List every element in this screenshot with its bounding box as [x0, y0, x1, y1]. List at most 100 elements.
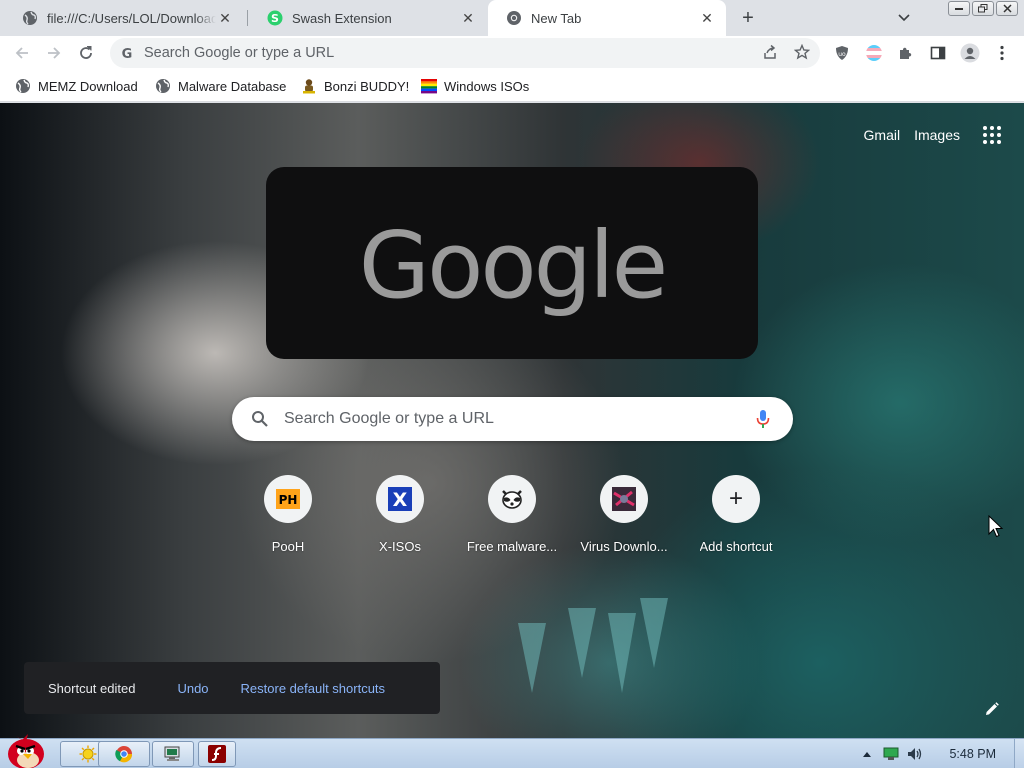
address-placeholder: Search Google or type a URL: [144, 45, 335, 61]
menu-button[interactable]: [992, 43, 1012, 63]
shortcut-label: X-ISOs: [379, 539, 421, 554]
shortcut-label: Free malware...: [466, 539, 558, 554]
shortcut-label: Virus Downlo...: [580, 539, 668, 554]
shortcut-virus-download[interactable]: Virus Downlo...: [568, 475, 680, 554]
mouse-cursor: [988, 515, 1004, 538]
start-button[interactable]: [0, 731, 50, 768]
raccoon-icon: [502, 490, 522, 509]
address-bar[interactable]: G Search Google or type a URL: [110, 38, 820, 68]
avatar-icon: [960, 43, 980, 63]
taskbar-app-flash[interactable]: [198, 741, 236, 767]
close-icon[interactable]: ✕: [698, 9, 716, 27]
chrome-icon: [506, 10, 522, 26]
customize-chrome-button[interactable]: [978, 695, 1006, 723]
minimize-button[interactable]: [948, 1, 970, 16]
close-icon[interactable]: ✕: [216, 9, 234, 27]
background-fang: [518, 623, 546, 693]
new-tab-button[interactable]: +: [736, 6, 760, 30]
globe-icon: [22, 10, 38, 26]
shortcut-label: PooH: [271, 539, 305, 554]
bookmark-malware-database[interactable]: Malware Database: [155, 76, 286, 96]
svg-text:G: G: [122, 47, 133, 60]
globe-icon: [15, 78, 31, 94]
back-button[interactable]: [10, 41, 34, 65]
arrow-right-icon: [48, 47, 61, 59]
images-link[interactable]: Images: [914, 127, 960, 143]
show-desktop-button[interactable]: [1014, 739, 1024, 768]
globe-icon: [155, 78, 171, 94]
google-g-icon: G: [120, 46, 134, 60]
background-fang: [640, 598, 668, 668]
tab-search-button[interactable]: [894, 8, 914, 28]
kebab-menu-icon: [1000, 45, 1004, 61]
taskbar-app-chrome[interactable]: [98, 741, 150, 767]
top-links: Gmail Images: [864, 123, 1024, 147]
tab-separator: [247, 10, 248, 26]
extensions-button[interactable]: [896, 43, 916, 63]
svg-text:PH: PH: [279, 493, 298, 507]
computer-icon: [164, 746, 180, 761]
angry-bird-icon: [8, 734, 44, 768]
bookmark-memz-download[interactable]: MEMZ Download: [15, 76, 138, 96]
new-tab-page: Gmail Images Google Search Google or typ…: [0, 103, 1024, 739]
bookmark-label: Windows ISOs: [444, 78, 530, 94]
reload-button[interactable]: [74, 41, 98, 65]
ublock-extension-button[interactable]: uo: [832, 43, 852, 63]
bookmarks-bar: MEMZ Download Malware Database Bonzi BUD…: [0, 70, 1024, 102]
bookmark-windows-isos[interactable]: Windows ISOs: [421, 76, 529, 96]
plus-icon: +: [728, 485, 743, 512]
reload-icon: [80, 46, 92, 59]
close-icon[interactable]: ✕: [459, 9, 477, 27]
bonzi-icon: [301, 78, 317, 94]
shortcut-icon: X: [376, 475, 424, 523]
close-window-button[interactable]: [996, 1, 1018, 16]
pride-flag-icon: [866, 45, 882, 61]
shortcut-icon: [488, 475, 536, 523]
system-tray: 5:48 PM: [855, 739, 1024, 768]
side-panel-icon: [930, 46, 946, 60]
trans-flag-extension-button[interactable]: [864, 43, 884, 63]
gmail-link[interactable]: Gmail: [864, 127, 901, 143]
shortcuts-grid: PH PooH X X-ISOs Free malware... Virus D…: [232, 475, 792, 565]
pencil-icon: [986, 702, 999, 715]
microphone-icon[interactable]: [753, 409, 773, 429]
tab-file-downloads[interactable]: file:///C:/Users/LOL/Downloads/ ✕: [4, 0, 244, 36]
shortcut-x-isos[interactable]: X X-ISOs: [344, 475, 456, 554]
shortcut-add[interactable]: + Add shortcut: [680, 475, 792, 554]
chrome-icon: [115, 746, 133, 763]
network-icon[interactable]: [882, 745, 900, 763]
ublock-shield-icon: uo: [836, 46, 848, 60]
side-panel-button[interactable]: [928, 43, 948, 63]
bookmark-label: Bonzi BUDDY!: [324, 78, 410, 94]
apps-grid-icon[interactable]: [980, 123, 1004, 147]
shortcut-edited-toast: Shortcut edited Undo Restore default sho…: [24, 662, 440, 714]
undo-button[interactable]: Undo: [177, 681, 208, 696]
windows-flag-icon: [421, 78, 437, 94]
toolbar: G Search Google or type a URL uo: [0, 36, 1024, 70]
volume-icon[interactable]: [906, 745, 924, 763]
tab-new-tab[interactable]: New Tab ✕: [488, 0, 726, 36]
arrow-left-icon: [15, 47, 28, 59]
forward-button[interactable]: [42, 41, 66, 65]
taskbar-clock[interactable]: 5:48 PM: [949, 747, 996, 761]
puzzle-icon: [900, 47, 912, 59]
shortcut-icon: [600, 475, 648, 523]
taskbar: 5:48 PM: [0, 734, 1024, 768]
show-hidden-icons-icon[interactable]: [858, 745, 876, 763]
tab-swash-extension[interactable]: S Swash Extension ✕: [249, 0, 487, 36]
shortcut-label: Add shortcut: [699, 539, 773, 554]
virus-site-icon: [612, 487, 636, 511]
chevron-down-icon: [898, 14, 910, 22]
bookmark-star-button[interactable]: [793, 43, 811, 61]
bookmark-bonzi-buddy[interactable]: Bonzi BUDDY!: [301, 76, 409, 96]
background-fang: [608, 613, 636, 693]
share-button[interactable]: [761, 43, 779, 61]
restore-button[interactable]: [972, 1, 994, 16]
shortcut-free-malware[interactable]: Free malware...: [456, 475, 568, 554]
search-placeholder: Search Google or type a URL: [284, 410, 494, 427]
shortcut-pooh[interactable]: PH PooH: [232, 475, 344, 554]
profile-button[interactable]: [960, 43, 980, 63]
ntp-search-box[interactable]: Search Google or type a URL: [232, 397, 793, 441]
restore-default-shortcuts-button[interactable]: Restore default shortcuts: [241, 681, 386, 696]
taskbar-app-terminal[interactable]: [152, 741, 194, 767]
